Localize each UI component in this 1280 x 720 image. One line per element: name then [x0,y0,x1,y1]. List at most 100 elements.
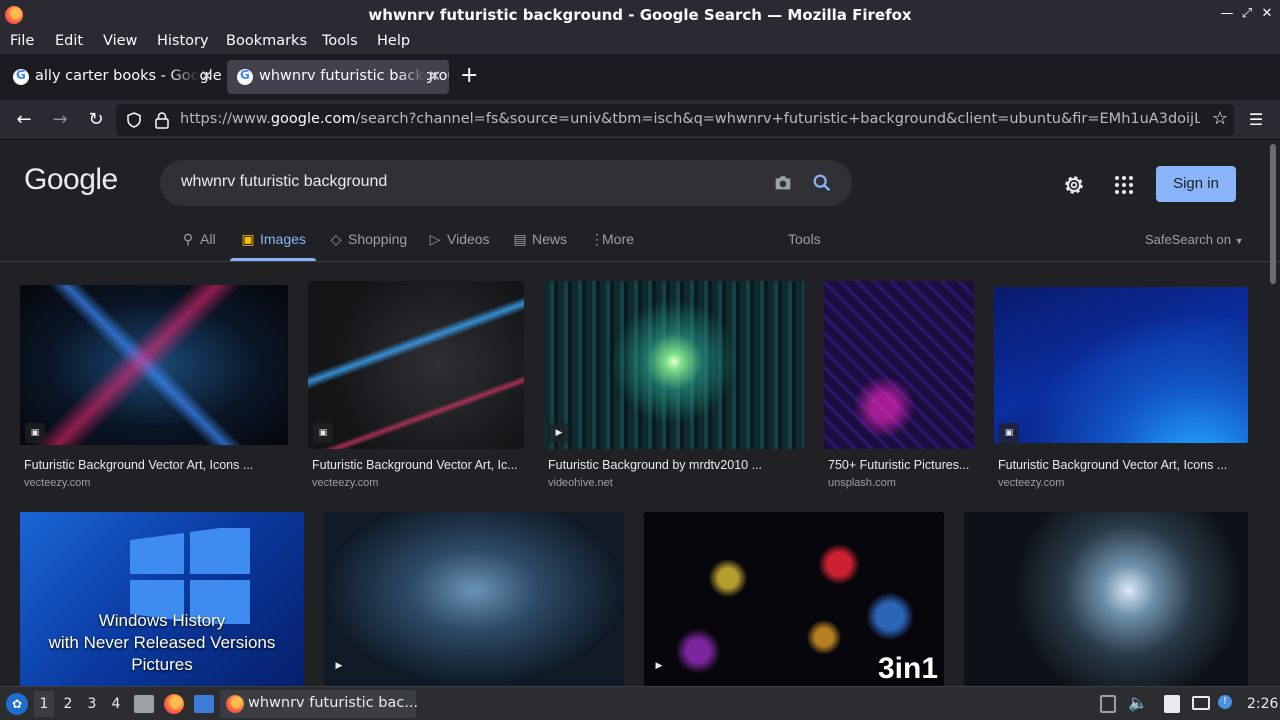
tab-label: Images [260,231,306,247]
image-result[interactable]: ▣ Futuristic Background Vector Art, Ic..… [308,281,524,495]
menu-history[interactable]: History [157,33,209,49]
image-result[interactable] [964,512,1248,686]
result-title[interactable]: Futuristic Background by mrdtv2010 ... [548,458,802,472]
tab-videos[interactable]: ▷ Videos [427,231,490,248]
close-tab-icon[interactable]: ✕ [200,67,213,85]
new-tab-icon[interactable]: + [460,63,478,88]
page-scrollbar[interactable] [1270,144,1276,284]
result-thumbnail[interactable]: 3in1 [644,512,944,686]
file-manager-icon[interactable] [134,695,154,713]
back-icon[interactable]: ← [12,108,36,132]
menu-view[interactable]: View [103,33,137,49]
result-title[interactable]: Futuristic Background Vector Art, Icons … [998,458,1248,472]
result-thumbnail[interactable] [994,287,1248,443]
tab-images[interactable]: ▣ Images [240,231,306,248]
result-source[interactable]: vecteezy.com [998,477,1064,489]
google-logo[interactable]: Google [24,163,118,197]
search-input[interactable]: whwnrv futuristic background [181,173,387,191]
result-title[interactable]: Futuristic Background Vector Art, Ic... [312,458,522,472]
image-result[interactable]: ▣ Futuristic Background Vector Art, Icon… [994,287,1248,495]
taskbar-window-firefox[interactable]: whwnrv futuristic bac... [220,690,418,718]
start-menu-icon[interactable]: ✿ [6,693,28,715]
overlay-big-text: 3in1 [877,652,938,685]
tab-shopping[interactable]: ◇ Shopping [328,231,408,248]
clipboard-icon[interactable] [1100,695,1116,713]
tab-news[interactable]: ▤ News [512,231,567,248]
result-title[interactable]: 750+ Futuristic Pictures... [828,458,974,472]
play-badge-icon: ▶ [335,661,343,671]
bookmark-star-icon[interactable]: ☆ [1212,108,1228,129]
workspace-3[interactable]: 3 [82,696,102,712]
maximize-icon[interactable]: ⤢ [1238,5,1256,23]
reload-icon[interactable]: ↻ [84,108,108,132]
forward-icon[interactable]: → [48,108,72,132]
close-window-icon[interactable]: ✕ [1258,5,1276,23]
image-result[interactable]: ▶ Futuristic Background by mrdtv2010 ...… [544,281,804,495]
play-icon: ▷ [429,231,441,247]
sign-in-button[interactable]: Sign in [1156,166,1236,202]
play-badge-icon: ▶ [549,423,569,443]
apps-grid-icon[interactable] [1113,174,1135,196]
firefox-launcher-icon[interactable] [164,694,184,714]
result-source[interactable]: vecteezy.com [312,477,378,489]
result-thumbnail[interactable] [324,512,624,686]
result-source[interactable]: unsplash.com [828,477,896,489]
image-result[interactable]: ▣ Futuristic Background Vector Art, Icon… [20,285,288,495]
menu-bookmarks[interactable]: Bookmarks [226,33,307,49]
url-path: /search?channel=fs&source=univ&tbm=isch&… [355,111,1200,127]
network-icon[interactable] [1192,696,1210,710]
result-source[interactable]: vecteezy.com [24,477,90,489]
safesearch-toggle[interactable]: SafeSearch on ▼ [1145,232,1244,247]
image-result[interactable]: Windows History with Never Released Vers… [20,512,304,686]
result-thumbnail[interactable] [308,281,524,449]
menu-bar: File Edit View History Bookmarks Tools H… [0,30,1280,54]
volume-icon[interactable]: 🔈 [1128,693,1148,712]
workspace-2[interactable]: 2 [58,696,78,712]
more-vertical-icon: ⋮ [590,231,604,247]
shield-icon[interactable] [126,112,142,128]
tab-fade [169,60,199,94]
tab-whwnrv[interactable]: whwnrv futuristic background - Google Se… [227,60,449,94]
overlay-line: with Never Released Versions [48,633,276,652]
tab-all[interactable]: ⚲ All [180,231,216,248]
tab-more[interactable]: ⋮More [590,231,634,248]
result-thumbnail[interactable] [824,281,974,449]
menu-file[interactable]: File [10,33,34,49]
result-source[interactable]: videohive.net [548,477,613,489]
menu-edit[interactable]: Edit [55,33,83,49]
close-tab-icon[interactable]: ✕ [428,67,441,85]
desktop-icon[interactable] [194,695,214,713]
result-thumbnail[interactable] [20,285,288,445]
image-result[interactable]: ▶ [324,512,624,686]
notes-icon[interactable] [1164,695,1180,713]
tab-ally-carter[interactable]: ally carter books - Google Search ✕ [3,60,221,94]
tab-label: More [602,231,634,247]
camera-icon[interactable] [772,172,794,194]
newspaper-icon: ▤ [513,231,527,247]
url-bar[interactable]: https://www.google.com/search?channel=fs… [116,104,1234,136]
tools-button[interactable]: Tools [788,231,821,247]
search-type-tabs: ⚲ All ▣ Images ◇ Shopping ▷ Videos ▤ News ⋮Mo… [0,221,1280,262]
hamburger-menu-icon[interactable]: ☰ [1244,108,1268,132]
lock-icon[interactable] [154,111,170,129]
image-result[interactable]: 750+ Futuristic Pictures... unsplash.com [824,281,974,495]
search-icon[interactable] [811,172,833,194]
search-box[interactable]: whwnrv futuristic background [160,160,852,206]
firefox-logo-icon [226,695,244,713]
result-title[interactable]: Futuristic Background Vector Art, Icons … [24,458,284,472]
search-icon: ⚲ [182,231,194,247]
image-result[interactable]: 3in1 ▶ [644,512,944,686]
workspace-1[interactable]: 1 [34,691,54,717]
menu-help[interactable]: Help [377,33,410,49]
clock[interactable]: 2:26 [1247,696,1278,712]
minimize-icon[interactable]: — [1218,5,1236,23]
update-notifier-icon[interactable]: ! [1218,695,1232,709]
result-thumbnail[interactable] [964,512,1248,686]
result-thumbnail[interactable]: Windows History with Never Released Vers… [20,512,304,686]
url-text[interactable]: https://www.google.com/search?channel=fs… [180,111,1200,127]
workspace-4[interactable]: 4 [106,696,126,712]
gear-icon[interactable] [1062,173,1086,197]
menu-tools[interactable]: Tools [322,33,358,49]
google-favicon-icon [237,68,253,85]
result-thumbnail[interactable] [544,281,804,449]
